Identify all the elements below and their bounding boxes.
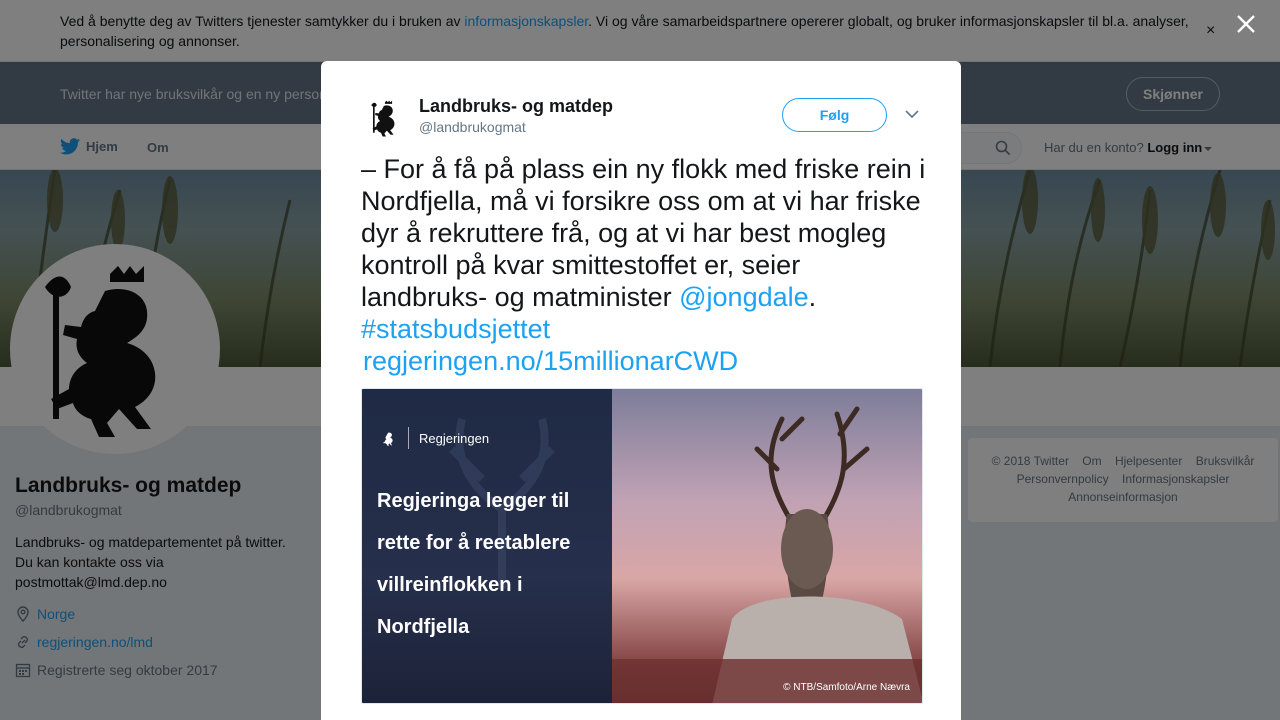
tweet-author-handle[interactable]: @landbrukogmat xyxy=(419,119,526,135)
media-brand: Regjeringen xyxy=(380,427,489,449)
media-photo-panel: © NTB/Samfoto/Arne Nævra xyxy=(612,389,922,703)
lion-logo-icon xyxy=(383,432,393,446)
tweet-author-name[interactable]: Landbruks- og matdep xyxy=(419,96,613,117)
tweet-period: . xyxy=(808,282,817,312)
tweet-modal: Landbruks- og matdep @landbrukogmat Følg… xyxy=(321,61,961,720)
tweet-body: – For å få på plass ein ny flokk med fri… xyxy=(361,154,926,312)
mention-link[interactable]: @jongdale xyxy=(679,282,809,312)
tweet-media-image[interactable]: Regjeringen Regjeringa legger til rette … xyxy=(361,388,923,704)
chevron-down-icon[interactable] xyxy=(905,109,919,119)
media-text-panel: Regjeringen Regjeringa legger til rette … xyxy=(362,389,612,703)
lion-coat-of-arms-icon[interactable] xyxy=(365,96,407,140)
close-icon[interactable] xyxy=(1234,12,1258,36)
media-brand-label: Regjeringen xyxy=(419,430,490,446)
media-headline: Regjeringa legger til rette for å reetab… xyxy=(377,490,571,638)
hashtag-link[interactable]: #statsbudsjettet xyxy=(361,314,550,344)
tweet-text: – For å få på plass ein ny flokk med fri… xyxy=(361,153,931,345)
reindeer-photo xyxy=(612,406,922,703)
media-credit: © NTB/Samfoto/Arne Nævra xyxy=(783,682,910,693)
follow-button[interactable]: Følg xyxy=(782,98,887,132)
tweet-url-link[interactable]: regjeringen.no/15millionarCWD xyxy=(363,345,738,377)
